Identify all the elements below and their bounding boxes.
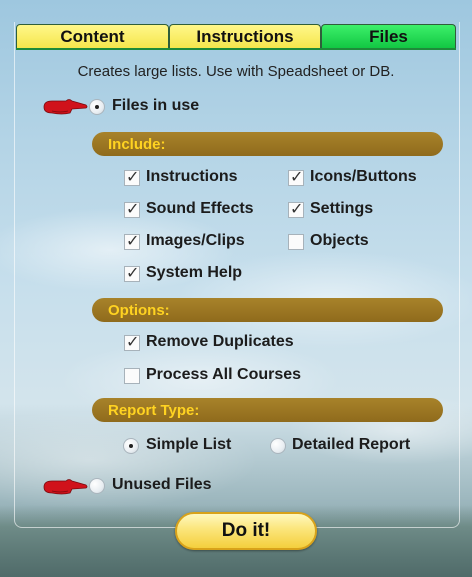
include-section-header: Include: <box>92 132 443 156</box>
instructions-checkbox[interactable] <box>124 167 140 186</box>
images-clips-checkbox[interactable] <box>124 231 140 250</box>
process-all-courses-checkbox[interactable] <box>124 368 140 384</box>
objects-label: Objects <box>310 232 369 249</box>
remove-duplicates-checkbox[interactable] <box>124 332 140 351</box>
do-it-button[interactable]: Do it! <box>175 512 317 550</box>
tab-underline <box>16 48 456 50</box>
pointing-hand-icon <box>43 99 88 115</box>
tab-instructions[interactable]: Instructions <box>169 24 321 48</box>
remove-duplicates-label: Remove Duplicates <box>146 333 294 350</box>
icons-buttons-label: Icons/Buttons <box>310 168 417 185</box>
sound-effects-label: Sound Effects <box>146 200 254 217</box>
instructions-label: Instructions <box>146 168 238 185</box>
detailed-report-radio[interactable] <box>270 438 286 454</box>
settings-checkbox[interactable] <box>288 199 304 218</box>
icons-buttons-checkbox[interactable] <box>288 167 304 186</box>
tab-files[interactable]: Files <box>321 24 456 48</box>
files-in-use-radio[interactable] <box>89 99 105 115</box>
pointing-hand-icon <box>43 479 88 495</box>
objects-checkbox[interactable] <box>288 234 304 250</box>
unused-files-label: Unused Files <box>112 476 212 493</box>
description-text: Creates large lists. Use with Speadsheet… <box>77 63 395 80</box>
system-help-checkbox[interactable] <box>124 263 140 282</box>
tab-content[interactable]: Content <box>16 24 169 48</box>
sound-effects-checkbox[interactable] <box>124 199 140 218</box>
process-all-courses-label: Process All Courses <box>146 366 302 383</box>
detailed-report-label: Detailed Report <box>292 436 411 453</box>
simple-list-label: Simple List <box>146 436 232 453</box>
unused-files-radio[interactable] <box>89 478 105 494</box>
simple-list-radio[interactable] <box>123 438 139 454</box>
options-section-header: Options: <box>92 298 443 322</box>
files-in-use-label: Files in use <box>112 97 200 114</box>
images-clips-label: Images/Clips <box>146 232 245 249</box>
report-type-section-header: Report Type: <box>92 398 443 422</box>
settings-label: Settings <box>310 200 374 217</box>
system-help-label: System Help <box>146 264 243 281</box>
